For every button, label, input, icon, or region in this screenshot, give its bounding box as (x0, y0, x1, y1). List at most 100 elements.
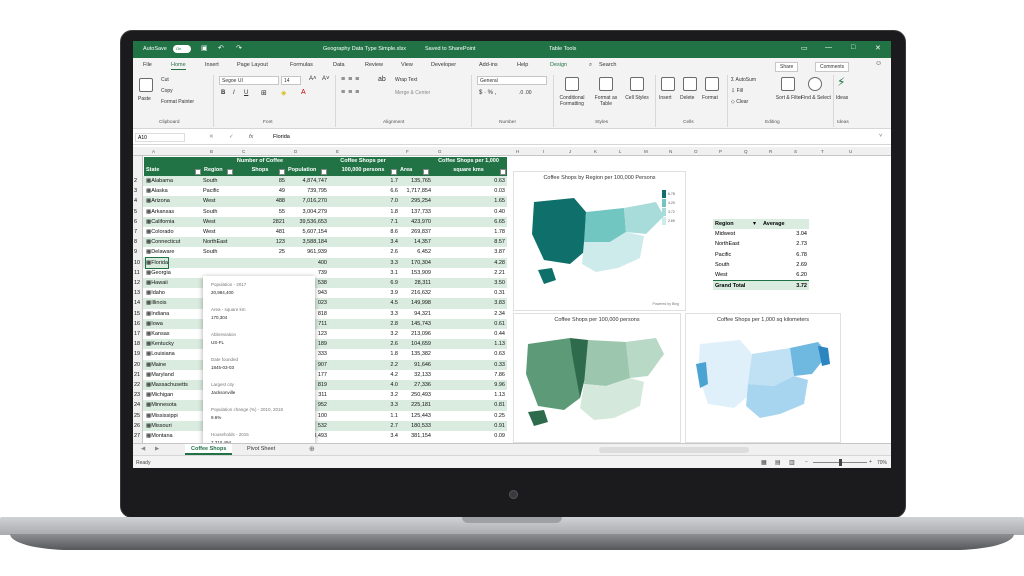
cancel-icon[interactable]: ✕ (209, 134, 214, 140)
table-row[interactable]: 25 ▦Mississippi 100 1.1 125,443 0.25 (134, 411, 507, 421)
tab-formulas[interactable]: Formulas (290, 62, 313, 68)
column-header[interactable]: U (849, 149, 852, 154)
table-row[interactable]: 5 ▦Arkansas South 55 3,004,279 1.8 137,733 0.40 (134, 207, 507, 217)
table-row[interactable]: 11 ▦Georgia 739 3.1 153,909 2.21 (134, 268, 507, 278)
delete-cells-icon[interactable] (683, 77, 697, 91)
undo-icon[interactable]: ↶ (218, 44, 224, 52)
table-row[interactable]: 21 ▦Maryland 177 4.2 32,133 7.86 (134, 370, 507, 380)
tab-home[interactable]: Home (171, 62, 186, 70)
table-row[interactable]: 10 ▦Florida 400 3.3 170,304 4.28 (134, 256, 507, 269)
pivot-row[interactable]: Midwest 3.04 (713, 229, 809, 239)
pivot-row[interactable]: NorthEast 2.73 (713, 239, 809, 249)
tab-file[interactable]: File (143, 62, 152, 68)
column-header[interactable]: K (594, 149, 597, 154)
tab-help[interactable]: Help (517, 62, 528, 68)
table-row[interactable]: 4 ▦Arizona West 488 7,016,270 7.0 295,254 1.65 (134, 196, 507, 207)
cell-styles-icon[interactable] (630, 77, 644, 91)
bold-icon[interactable]: B (221, 90, 225, 96)
accounting-icon[interactable]: $ · % , (479, 90, 496, 96)
tab-add-ins[interactable]: Add-ins (479, 62, 498, 68)
table-row[interactable]: 12 ▦Hawaii 538 6.9 28,311 3.50 (134, 278, 507, 289)
conditional-formatting-button[interactable]: Conditional Formatting (555, 95, 589, 107)
table-row[interactable]: 2 ▦Alabama South 85 4,874,747 1.7 135,765 0.63 (134, 176, 507, 187)
filter-button[interactable] (279, 169, 285, 175)
number-format-box[interactable]: General (477, 76, 547, 85)
formula-input[interactable]: Florida (273, 134, 290, 140)
header-state[interactable]: State (144, 157, 202, 176)
column-header[interactable]: D (294, 149, 297, 154)
table-row[interactable]: 16 ▦Iowa 711 2.8 145,743 0.61 (134, 318, 507, 329)
table-row[interactable]: 14 ▦Illinois 023 4.5 149,998 3.83 (134, 298, 507, 309)
font-name-box[interactable]: Segoe UI (219, 76, 279, 85)
close-icon[interactable]: ✕ (875, 44, 881, 52)
sort-filter-button[interactable]: Sort & Filter (775, 95, 803, 101)
conditional-formatting-icon[interactable] (565, 77, 579, 91)
normal-view-icon[interactable]: ▦ (761, 459, 767, 466)
zoom-level[interactable]: 70% (877, 460, 887, 466)
font-size-box[interactable]: 14 (281, 76, 301, 85)
table-row[interactable]: 18 ▦Kentucky 189 2.6 104,659 1.13 (134, 339, 507, 350)
align-top-icons[interactable]: ≡≡≡ (341, 76, 362, 83)
paste-button[interactable]: Paste (138, 96, 151, 102)
column-header[interactable]: N (669, 149, 672, 154)
zoom-slider-thumb[interactable] (839, 459, 842, 466)
header-shops[interactable]: Number of Coffee Shops (234, 157, 286, 176)
florida-data-card[interactable]: Population - 2017 20,984,400 Area - square… (203, 276, 315, 443)
find-select-button[interactable]: Find & Select (801, 95, 831, 101)
chart-per-persons[interactable]: Coffee Shops per 100,000 persons (513, 313, 681, 443)
pivot-filter-icon[interactable]: ▾ (753, 219, 756, 229)
delete-button[interactable]: Delete (680, 95, 694, 101)
page-layout-view-icon[interactable]: ▤ (775, 459, 781, 466)
format-cells-icon[interactable] (705, 77, 719, 91)
filter-button[interactable] (227, 169, 233, 175)
table-row[interactable]: 6 ▦California West 2821 39,536,653 7.1 423,970… (134, 216, 507, 227)
table-row[interactable]: 23 ▦Michigan 311 3.2 250,493 1.13 (134, 390, 507, 400)
page-break-view-icon[interactable]: ▥ (789, 459, 795, 466)
header-population[interactable]: Population (286, 157, 328, 176)
pivot-row[interactable]: Pacific 6.78 (713, 250, 809, 260)
filter-button[interactable] (195, 169, 201, 175)
tab-design[interactable]: Design (550, 62, 567, 68)
column-header[interactable]: Q (744, 149, 748, 154)
shrink-font-icon[interactable]: A˅ (322, 76, 330, 82)
table-row[interactable]: 9 ▦Delaware South 25 961,939 2.6 6,452 3.87 (134, 247, 507, 257)
redo-icon[interactable]: ↷ (236, 44, 242, 52)
header-per100k[interactable]: Coffee Shops per 100,000 persons (328, 157, 398, 176)
orientation-icon[interactable]: ab (378, 76, 386, 83)
pivot-row[interactable]: West 6.20 (713, 270, 809, 280)
column-header[interactable]: A (152, 149, 155, 154)
expand-formula-icon[interactable]: ˅ (879, 133, 882, 139)
function-icon[interactable]: fx (249, 134, 253, 140)
cell-styles-button[interactable]: Cell Styles (623, 95, 651, 101)
table-row[interactable]: 8 ▦Connecticut NorthEast 123 3,588,184 3.4 14,… (134, 237, 507, 248)
zoom-in-icon[interactable]: + (869, 459, 872, 465)
tab-developer[interactable]: Developer (431, 62, 456, 68)
format-as-table-icon[interactable] (599, 77, 613, 91)
search-box[interactable]: Search (599, 62, 616, 68)
column-header[interactable]: T (821, 149, 824, 154)
paste-icon[interactable] (139, 78, 153, 92)
header-area[interactable]: Area (398, 157, 430, 176)
table-row[interactable]: 17 ▦Kansas 123 3.2 213,096 0.44 (134, 329, 507, 339)
column-header[interactable]: H (516, 149, 519, 154)
tab-data[interactable]: Data (333, 62, 345, 68)
minimize-icon[interactable]: — (825, 44, 832, 51)
filter-button[interactable] (500, 169, 506, 175)
maximize-icon[interactable]: □ (851, 44, 855, 51)
column-header[interactable]: C (242, 149, 245, 154)
italic-icon[interactable]: I (233, 90, 235, 96)
wrap-text-button[interactable]: Wrap Text (395, 77, 417, 83)
table-row[interactable]: 19 ▦Louisiana 333 1.8 135,382 0.63 (134, 349, 507, 359)
fill-color-icon[interactable]: ◈ (281, 89, 286, 97)
borders-icon[interactable]: ⊞ (261, 89, 267, 97)
insert-button[interactable]: Insert (659, 95, 672, 101)
table-row[interactable]: 20 ▦Maine 907 2.2 91,646 0.33 (134, 359, 507, 370)
grow-font-icon[interactable]: A˄ (309, 76, 317, 82)
format-as-table-button[interactable]: Format as Table (591, 95, 621, 107)
share-button[interactable]: Share (775, 62, 799, 72)
fill-button[interactable]: ⇩ Fill (731, 88, 743, 94)
insert-cells-icon[interactable] (661, 77, 675, 91)
column-header[interactable]: R (769, 149, 772, 154)
format-painter-button[interactable]: Format Painter (161, 99, 194, 105)
cut-button[interactable]: Cut (161, 77, 169, 83)
